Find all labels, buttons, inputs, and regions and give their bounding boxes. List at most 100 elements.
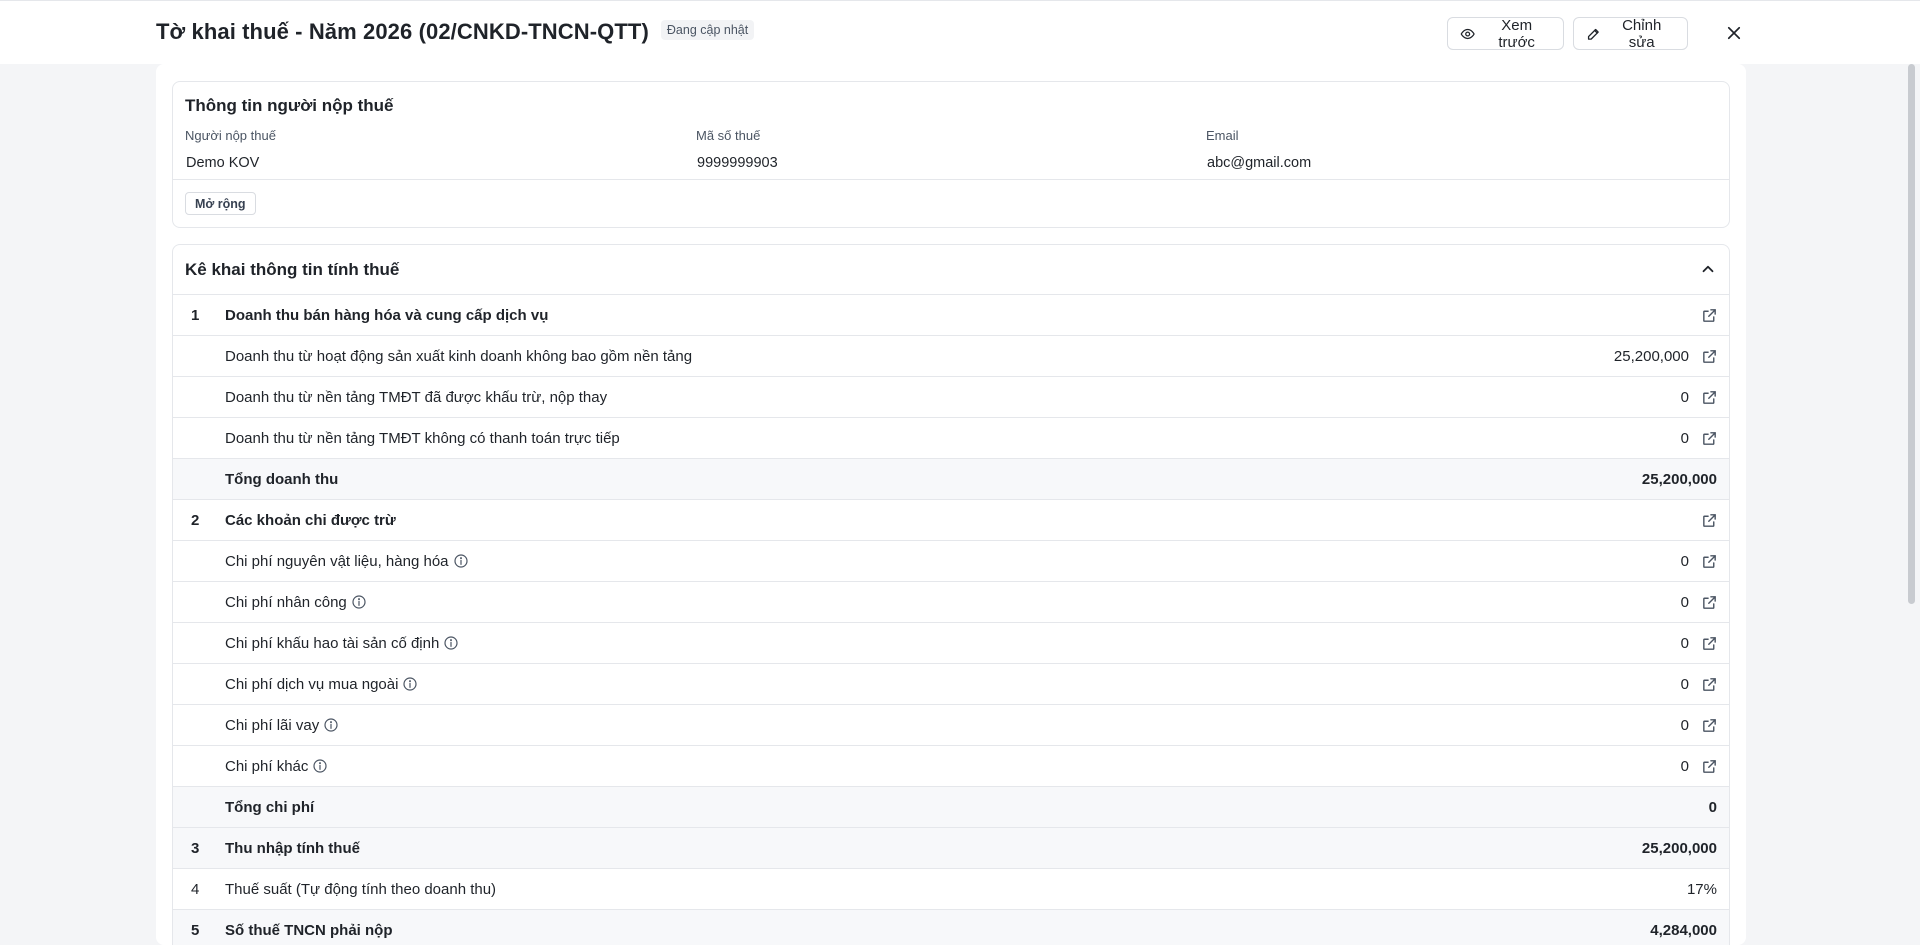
table-row: Tổng doanh thu 25,200,000 [173,459,1729,500]
row-label-wrap: Chi phí dịch vụ mua ngoài [225,676,418,693]
edit-button[interactable]: Chỉnh sửa [1573,16,1688,51]
table-row: 1 Doanh thu bán hàng hóa và cung cấp dịch… [173,295,1729,336]
table-row: Chi phí khấu hao tài sản cố định 0 [173,623,1729,664]
row-label-wrap: Chi phí khấu hao tài sản cố định [225,635,459,652]
table-row: Chi phí nhân công 0 [173,582,1729,623]
table-row: Chi phí lãi vay 0 [173,705,1729,746]
table-row: Chi phí dịch vụ mua ngoài 0 [173,664,1729,705]
row-label: Tổng doanh thu [225,470,339,488]
row-value: 0 [1680,593,1689,611]
external-link-icon[interactable] [1701,307,1718,324]
row-value: 0 [1680,716,1689,734]
taxpayer-info-card: Thông tin người nộp thuế Người nộp thuế … [172,81,1730,228]
title-wrap: Tờ khai thuế - Năm 2026 (02/CNKD-TNCN-QT… [156,19,755,45]
table-row: Chi phí khác 0 [173,746,1729,787]
row-label-wrap: Chi phí nguyên vật liệu, hàng hóa [225,553,469,570]
row-number: 5 [191,921,200,939]
row-label-wrap: Thu nhập tính thuế [225,840,360,857]
table-row: Tổng chi phí 0 [173,787,1729,828]
chevron-up-icon[interactable] [1699,260,1717,278]
row-value: 0 [1680,552,1689,570]
field-label: Email [1206,128,1239,143]
scrollbar[interactable] [1908,64,1915,604]
row-label: Tổng chi phí [225,798,315,816]
table-row: Doanh thu từ nền tảng TMĐT không có than… [173,418,1729,459]
row-value: 17% [1686,880,1717,898]
edit-button-label: Chỉnh sửa [1622,16,1662,51]
eye-icon [1460,28,1475,39]
external-link-icon[interactable] [1701,635,1718,652]
external-link-icon[interactable] [1701,676,1718,693]
close-icon [1727,26,1741,40]
row-label-wrap: Chi phí nhân công [225,594,367,611]
table-row: 5 Số thuế TNCN phải nộp 4,284,000 [173,910,1729,945]
external-link-icon[interactable] [1701,430,1718,447]
row-label: Chi phí nhân công [225,593,347,611]
row-label: Thuế suất (Tự động tính theo doanh thu) [225,880,497,898]
row-label-wrap: Chi phí lãi vay [225,717,339,734]
row-value: 4,284,000 [1650,921,1717,939]
row-label-wrap: Các khoản chi được trừ [225,512,396,529]
taxpayer-info-title: Thông tin người nộp thuế [185,96,394,115]
row-label-wrap: Tổng doanh thu [225,471,338,488]
external-link-icon[interactable] [1701,594,1718,611]
external-link-icon[interactable] [1701,758,1718,775]
table-row: Doanh thu từ hoạt động sản xuất kinh doa… [173,336,1729,377]
content-panel: Thông tin người nộp thuế Người nộp thuế … [156,64,1746,945]
pencil-icon [1587,28,1599,40]
row-value: 0 [1708,798,1717,816]
row-value: 0 [1680,388,1689,406]
row-label: Chi phí khác [225,757,309,775]
row-label: Chi phí lãi vay [225,716,320,734]
tax-code-field: Mã số thuế 9999999903 [696,128,778,171]
tax-calculation-header[interactable]: Kê khai thông tin tính thuế [173,245,1729,295]
field-label: Người nộp thuế [185,128,276,143]
row-label: Doanh thu bán hàng hóa và cung cấp dịch … [225,306,549,324]
row-label: Chi phí dịch vụ mua ngoài [225,675,399,693]
status-badge: Đang cập nhật [660,20,755,40]
row-label-wrap: Chi phí khác [225,758,328,775]
row-label-wrap: Số thuế TNCN phải nộp [225,922,392,939]
preview-button[interactable]: Xem trước [1447,16,1564,51]
info-circle-icon[interactable] [402,676,418,692]
info-circle-icon[interactable] [312,758,328,774]
taxpayer-name-field: Người nộp thuế Demo KOV [185,128,276,171]
row-label: Doanh thu từ nền tảng TMĐT không có than… [225,429,620,447]
row-value: 25,200,000 [1641,839,1717,857]
row-value: 25,200,000 [1613,347,1689,365]
info-circle-icon[interactable] [453,553,469,569]
page-header: Tờ khai thuế - Năm 2026 (02/CNKD-TNCN-QT… [0,0,1920,64]
row-value: 0 [1680,634,1689,652]
page-title: Tờ khai thuế - Năm 2026 (02/CNKD-TNCN-QT… [156,19,649,44]
row-label: Chi phí nguyên vật liệu, hàng hóa [225,552,449,570]
info-circle-icon[interactable] [323,717,339,733]
table-row: Chi phí nguyên vật liệu, hàng hóa 0 [173,541,1729,582]
expand-button[interactable]: Mở rộng [185,192,256,215]
tax-calculation-card: Kê khai thông tin tính thuế 1 Doanh thu b… [172,244,1730,945]
external-link-icon[interactable] [1701,348,1718,365]
divider [173,179,1729,180]
table-row: 3 Thu nhập tính thuế 25,200,000 [173,828,1729,869]
table-row: Doanh thu từ nền tảng TMĐT đã được khấu … [173,377,1729,418]
external-link-icon[interactable] [1701,512,1718,529]
row-label: Thu nhập tính thuế [225,839,360,857]
external-link-icon[interactable] [1701,717,1718,734]
row-label-wrap: Doanh thu từ hoạt động sản xuất kinh doa… [225,348,692,365]
field-value: abc@gmail.com [1207,155,1312,171]
external-link-icon[interactable] [1701,389,1718,406]
info-circle-icon[interactable] [351,594,367,610]
field-value: 9999999903 [697,155,778,171]
row-label-wrap: Doanh thu từ nền tảng TMĐT đã được khấu … [225,389,607,406]
row-number: 3 [191,839,200,857]
preview-button-label: Xem trước [1498,16,1535,51]
row-label-wrap: Doanh thu bán hàng hóa và cung cấp dịch … [225,307,548,324]
info-circle-icon[interactable] [443,635,459,651]
row-label: Các khoản chi được trừ [225,511,396,529]
field-label: Mã số thuế [696,128,761,143]
row-number: 4 [191,880,200,898]
close-button[interactable] [1722,21,1746,45]
tax-calculation-title: Kê khai thông tin tính thuế [185,260,400,279]
table-row: 4 Thuế suất (Tự động tính theo doanh thu)… [173,869,1729,910]
row-label: Doanh thu từ hoạt động sản xuất kinh doa… [225,347,693,365]
external-link-icon[interactable] [1701,553,1718,570]
